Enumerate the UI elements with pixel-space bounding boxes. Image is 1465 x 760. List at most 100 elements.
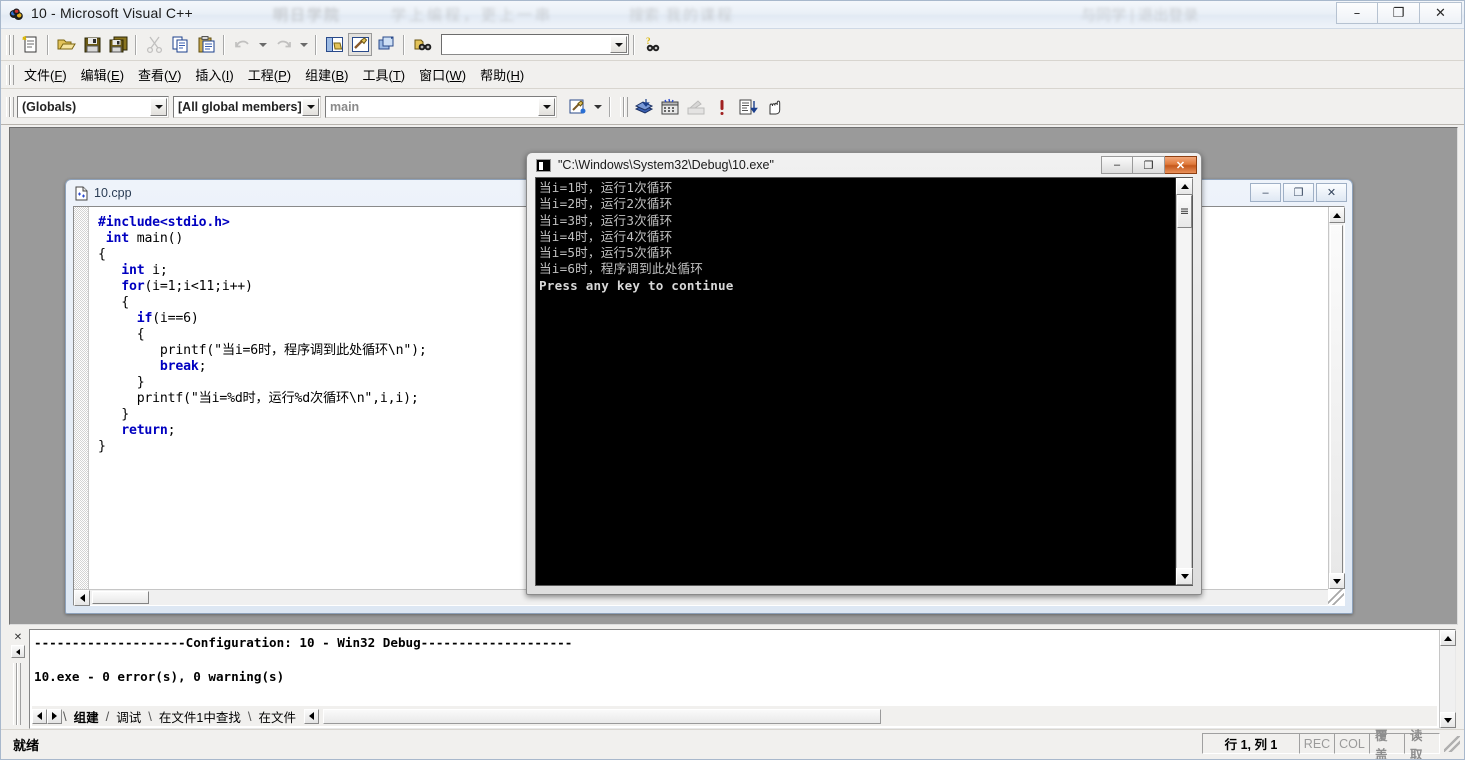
editor-gutter[interactable] xyxy=(74,207,89,589)
compile-icon[interactable] xyxy=(632,95,656,118)
output-scroll-down-button[interactable] xyxy=(1440,712,1456,728)
wizard-bar-dropdown-icon[interactable] xyxy=(591,95,604,118)
tab-scroll-right-button[interactable] xyxy=(47,708,62,724)
status-resize-grip[interactable] xyxy=(1444,735,1460,752)
output-pane-scroll-left-button[interactable] xyxy=(11,645,25,658)
output-pane-close-icon[interactable]: ✕ xyxy=(11,631,25,644)
toolbar-separator xyxy=(633,34,635,55)
menu-tools[interactable]: 工具(T) xyxy=(355,62,412,87)
editor-scroll-down-button[interactable] xyxy=(1329,573,1345,589)
editor-scroll-left-button[interactable] xyxy=(74,590,90,606)
code-token-keyword: int xyxy=(121,263,145,278)
console-scroll-up-button[interactable] xyxy=(1176,178,1193,195)
console-client-area: 当i=1时，运行1次循环 当i=2时，运行2次循环 当i=3时，运行3次循环 当i=4… xyxy=(535,177,1193,586)
output-scroll-up-button[interactable] xyxy=(1440,630,1456,646)
code-token-plain: (i=1;i<11;i++) xyxy=(144,279,253,294)
menu-build[interactable]: 组建(B) xyxy=(298,62,355,87)
toolbar-separator xyxy=(135,34,137,55)
tab-debug[interactable]: 调试 xyxy=(110,707,147,725)
build-toolbar-grip[interactable] xyxy=(619,96,628,118)
toolbar-separator xyxy=(223,34,225,55)
output-pane-grip[interactable] xyxy=(13,663,21,725)
menu-window[interactable]: 窗口(W) xyxy=(412,62,473,87)
globals-combo[interactable]: (Globals) xyxy=(17,95,169,118)
console-line: 当i=4时，运行4次循环 xyxy=(539,228,673,244)
menu-file[interactable]: 文件(F) xyxy=(17,62,74,87)
console-maximize-button[interactable]: ❐ xyxy=(1133,156,1165,174)
console-title-bar[interactable]: "C:\Windows\System32\Debug\10.exe" – ❐ ✕ xyxy=(527,153,1201,177)
minimize-button[interactable]: – xyxy=(1336,2,1378,24)
function-combo[interactable]: main xyxy=(325,95,557,118)
mdi-workspace: 10.cpp – ❐ ✕ #include<stdio.h> int main(… xyxy=(9,127,1458,625)
editor-resize-grip[interactable] xyxy=(1328,589,1344,605)
editor-vertical-scrollbar[interactable] xyxy=(1328,207,1345,589)
menu-edit[interactable]: 编辑(E) xyxy=(74,62,131,87)
redo-dropdown-icon[interactable] xyxy=(297,33,310,56)
paste-icon[interactable] xyxy=(194,33,218,56)
menu-help[interactable]: 帮助(H) xyxy=(473,62,531,87)
console-close-icon: ✕ xyxy=(1175,159,1186,172)
new-text-file-icon[interactable] xyxy=(18,33,42,56)
close-button[interactable]: ✕ xyxy=(1420,2,1462,24)
wizardbar-grip[interactable] xyxy=(5,96,14,118)
find-dropdown-arrow-icon[interactable] xyxy=(610,36,627,53)
console-vertical-scroll-thumb[interactable] xyxy=(1177,195,1192,228)
code-token-keyword: for xyxy=(121,279,145,294)
wizard-bar-action-icon[interactable] xyxy=(565,95,589,118)
tab-find-in-files-1[interactable]: 在文件1中查找 xyxy=(153,707,247,725)
toolbar-grip[interactable] xyxy=(5,34,14,56)
go-debug-icon[interactable] xyxy=(736,95,760,118)
minimize-icon: – xyxy=(1353,5,1361,21)
editor-close-icon: ✕ xyxy=(1326,187,1337,199)
close-icon: ✕ xyxy=(1435,5,1446,21)
find-in-files-icon[interactable] xyxy=(410,33,434,56)
open-icon[interactable] xyxy=(54,33,78,56)
tab-scroll-left-button[interactable] xyxy=(32,708,47,724)
undo-dropdown-icon[interactable] xyxy=(256,33,269,56)
workspace-icon[interactable] xyxy=(322,33,346,56)
window-list-icon[interactable] xyxy=(374,33,398,56)
insert-breakpoint-icon[interactable] xyxy=(762,95,786,118)
execute-program-icon[interactable] xyxy=(710,95,734,118)
code-token-plain: { xyxy=(98,247,106,262)
function-combo-chevron-down-icon[interactable] xyxy=(538,97,555,116)
menubar-grip[interactable] xyxy=(5,64,14,86)
output-vertical-scrollbar[interactable] xyxy=(1439,630,1456,728)
save-icon[interactable] xyxy=(80,33,104,56)
maximize-button[interactable]: ❐ xyxy=(1378,2,1420,24)
menu-insert[interactable]: 插入(I) xyxy=(188,62,240,87)
code-token-plain: printf("当i=%d时，运行%d次循环\n",i,i); xyxy=(98,391,419,406)
editor-scroll-up-button[interactable] xyxy=(1329,207,1345,223)
find-combo-box[interactable] xyxy=(441,34,629,55)
find-input[interactable] xyxy=(442,36,610,53)
menu-project[interactable]: 工程(P) xyxy=(241,62,298,87)
globals-combo-chevron-down-icon[interactable] xyxy=(150,97,167,116)
members-combo-chevron-down-icon[interactable] xyxy=(302,97,319,116)
console-scroll-down-button[interactable] xyxy=(1176,568,1193,585)
search-help-icon[interactable]: ? xyxy=(640,33,664,56)
code-token-plain: { xyxy=(98,327,145,342)
tab-build-label: 组建 xyxy=(73,710,99,725)
output-hscroll-left-button[interactable] xyxy=(304,708,319,724)
main-window-title: 10 - Microsoft Visual C++ xyxy=(31,5,193,21)
status-bar: 就绪 行 1, 列 1 REC COL 覆盖 读取 xyxy=(1,729,1464,759)
menu-view[interactable]: 查看(V) xyxy=(131,62,188,87)
output-horizontal-scroll-thumb[interactable] xyxy=(323,708,881,724)
console-minimize-button[interactable]: – xyxy=(1101,156,1133,174)
save-all-icon[interactable] xyxy=(106,33,130,56)
editor-horizontal-scroll-thumb[interactable] xyxy=(92,591,149,604)
editor-minimize-button[interactable]: – xyxy=(1250,183,1281,202)
tab-find-in-files-2[interactable]: 在文件 xyxy=(252,707,302,725)
console-scroll-track[interactable] xyxy=(1176,195,1192,568)
members-combo[interactable]: [All global members] xyxy=(173,95,321,118)
editor-restore-button[interactable]: ❐ xyxy=(1283,183,1314,202)
editor-close-button[interactable]: ✕ xyxy=(1316,183,1347,202)
tab-build[interactable]: 组建 xyxy=(68,707,105,725)
copy-icon[interactable] xyxy=(168,33,192,56)
output-window-icon[interactable] xyxy=(348,33,372,56)
editor-vertical-scroll-thumb[interactable] xyxy=(1330,225,1343,580)
console-vertical-scrollbar[interactable] xyxy=(1175,178,1193,585)
console-close-button[interactable]: ✕ xyxy=(1165,156,1197,174)
build-icon[interactable] xyxy=(658,95,682,118)
status-read: 读取 xyxy=(1404,729,1440,759)
